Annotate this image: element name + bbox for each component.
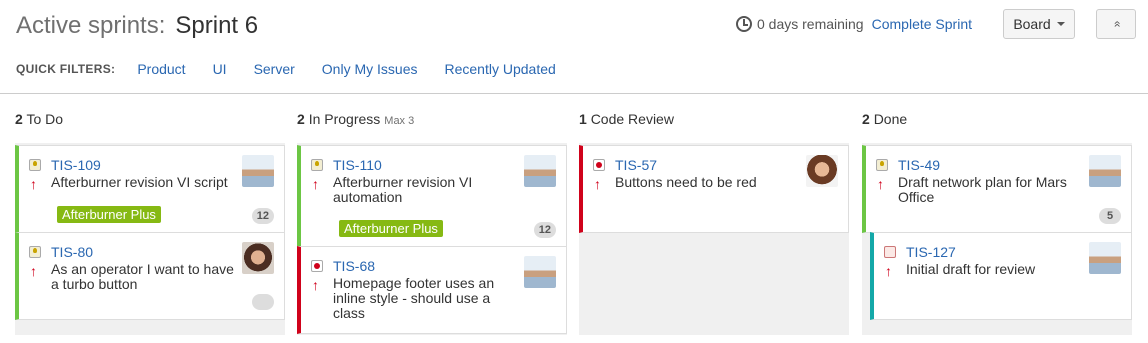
subtask-icon: [884, 246, 896, 258]
collapse-header-button[interactable]: »: [1096, 9, 1136, 39]
complete-sprint-link[interactable]: Complete Sprint: [872, 16, 972, 32]
issue-card-tis-80[interactable]: TIS-80 ↑ As an operator I want to have a…: [15, 232, 285, 320]
board-header: Active sprints: Sprint 6 0 days remaining…: [16, 8, 1136, 44]
column-name: Code Review: [590, 111, 674, 127]
issue-key[interactable]: TIS-49: [898, 157, 940, 173]
issue-card-tis-110[interactable]: TIS-110 ↑ Afterburner revision VI automa…: [297, 145, 567, 247]
issue-card-tis-127[interactable]: TIS-127 ↑ Initial draft for review: [870, 232, 1132, 320]
column-header-in-progress: 2 In Progress Max 3: [297, 111, 414, 127]
epic-label: Afterburner Plus: [339, 220, 443, 237]
header-actions: 0 days remaining Complete Sprint Board »: [735, 8, 1136, 40]
epic-label: Afterburner Plus: [57, 206, 161, 223]
priority-up-icon: ↑: [877, 176, 884, 192]
column-count: 2: [15, 111, 23, 127]
issue-card-tis-109[interactable]: TIS-109 ↑ Afterburner revision VI script…: [15, 145, 285, 233]
column-header-todo: 2 To Do: [15, 111, 63, 127]
idea-icon: [29, 246, 41, 258]
board-button[interactable]: Board: [1003, 9, 1075, 39]
idea-icon: [311, 159, 323, 171]
priority-up-icon: ↑: [885, 263, 892, 279]
avatar: [242, 155, 274, 187]
column-code-review: TIS-57 ↑ Buttons need to be red: [579, 143, 849, 335]
column-count: 2: [297, 111, 305, 127]
issue-key[interactable]: TIS-68: [333, 258, 375, 274]
avatar: [806, 155, 838, 187]
quick-filters: QUICK FILTERS: Product UI Server Only My…: [16, 60, 583, 78]
column-name: To Do: [26, 111, 64, 127]
column-count: 1: [579, 111, 587, 127]
issue-key[interactable]: TIS-57: [615, 157, 657, 173]
column-name: Done: [873, 111, 908, 127]
issue-summary: Afterburner revision VI automation: [333, 174, 473, 205]
column-header-code-review: 1 Code Review: [579, 111, 674, 127]
clock-icon: [735, 16, 752, 32]
idea-icon: [876, 159, 888, 171]
column-done: TIS-49 ↑ Draft network plan for Mars Off…: [862, 143, 1132, 335]
column-count: 2: [862, 111, 870, 127]
issue-card-tis-68[interactable]: TIS-68 ↑ Homepage footer uses an inline …: [297, 246, 567, 334]
issue-summary: As an operator I want to have a turbo bu…: [51, 261, 234, 292]
estimate-badge: 5: [1099, 208, 1121, 224]
header-divider: [0, 93, 1148, 94]
sprint-name: Sprint 6: [175, 12, 259, 39]
issue-summary: Buttons need to be red: [615, 174, 757, 190]
issue-key[interactable]: TIS-109: [51, 157, 101, 173]
issue-summary: Afterburner revision VI script: [51, 174, 228, 190]
avatar: [1089, 242, 1121, 274]
issue-summary: Draft network plan for Mars Office: [898, 174, 1067, 205]
issue-card-tis-57[interactable]: TIS-57 ↑ Buttons need to be red: [579, 145, 849, 233]
page-title: Active sprints: Sprint 6: [16, 12, 258, 40]
issue-key[interactable]: TIS-127: [906, 244, 956, 260]
filter-recently-updated[interactable]: Recently Updated: [445, 61, 556, 77]
avatar: [524, 256, 556, 288]
priority-up-icon: ↑: [30, 263, 37, 279]
title-prefix: Active sprints:: [16, 12, 166, 39]
issue-card-tis-49[interactable]: TIS-49 ↑ Draft network plan for Mars Off…: [862, 145, 1132, 233]
filter-ui[interactable]: UI: [213, 61, 227, 77]
estimate-badge: 12: [533, 222, 556, 238]
filter-product[interactable]: Product: [137, 61, 185, 77]
priority-up-icon: ↑: [30, 176, 37, 192]
issue-summary: Homepage footer uses an inline style - s…: [333, 275, 495, 321]
filter-only-my-issues[interactable]: Only My Issues: [322, 61, 418, 77]
issue-summary: Initial draft for review: [906, 261, 1036, 277]
avatar: [524, 155, 556, 187]
priority-up-icon: ↑: [594, 176, 601, 192]
column-in-progress: TIS-110 ↑ Afterburner revision VI automa…: [297, 143, 567, 335]
estimate-badge: 12: [251, 208, 274, 224]
column-header-done: 2 Done: [862, 111, 907, 127]
board-button-label: Board: [1013, 16, 1051, 32]
issue-key[interactable]: TIS-110: [333, 157, 382, 173]
bug-icon: [593, 159, 605, 171]
column-max: Max 3: [384, 115, 415, 127]
estimate-badge: [252, 294, 274, 310]
filter-server[interactable]: Server: [254, 61, 295, 77]
chevron-down-icon: [1056, 22, 1065, 26]
bug-icon: [311, 260, 323, 272]
priority-up-icon: ↑: [312, 277, 319, 293]
column-name: In Progress: [308, 111, 381, 127]
idea-icon: [29, 159, 41, 171]
quick-filters-label: QUICK FILTERS:: [16, 62, 116, 76]
avatar: [1089, 155, 1121, 187]
issue-key[interactable]: TIS-80: [51, 244, 93, 260]
days-remaining: 0 days remaining: [756, 16, 864, 32]
chevron-up-icon: »: [1109, 20, 1123, 28]
avatar: [242, 242, 274, 274]
priority-up-icon: ↑: [312, 176, 319, 192]
column-todo: TIS-109 ↑ Afterburner revision VI script…: [15, 143, 285, 335]
